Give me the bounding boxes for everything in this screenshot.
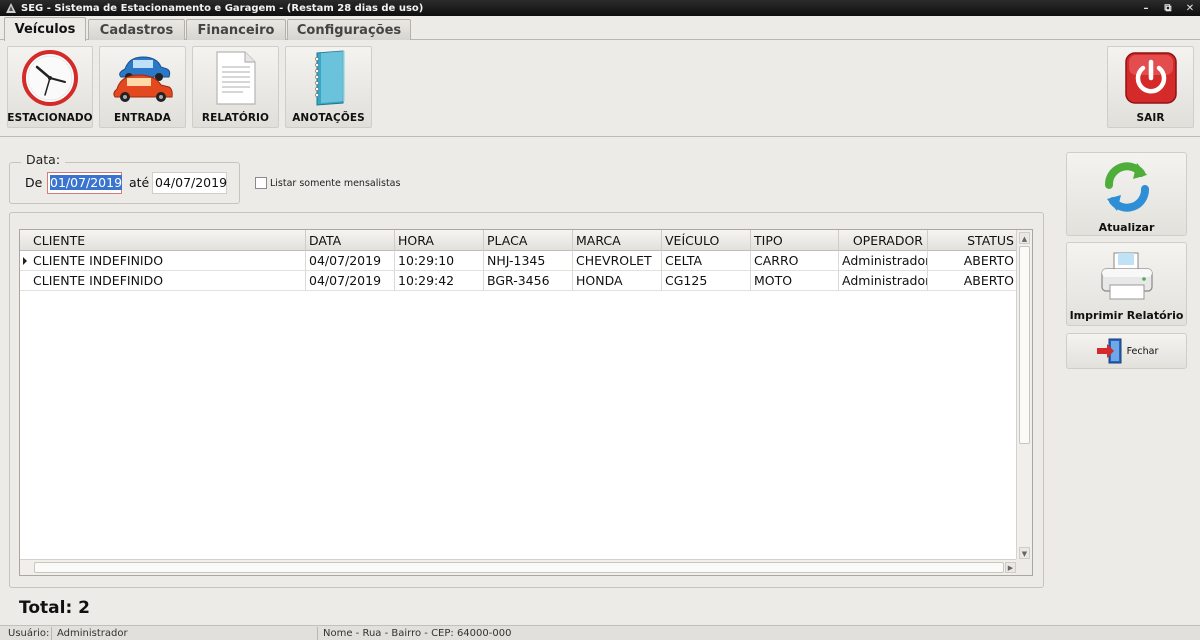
tab-financeiro[interactable]: Financeiro [186, 19, 286, 40]
scroll-down-icon[interactable]: ▼ [1019, 547, 1030, 559]
entrada-label: ENTRADA [114, 112, 171, 124]
notebook-icon [307, 48, 351, 108]
date-from-value: 01/07/2019 [50, 175, 123, 190]
scroll-right-icon[interactable]: ▶ [1005, 562, 1016, 573]
cell-marca: CHEVROLET [573, 251, 662, 271]
date-to-input[interactable]: 04/07/2019 [152, 172, 227, 194]
col-data-header[interactable]: DATA [306, 230, 395, 251]
power-icon [1123, 48, 1179, 108]
col-operador-header[interactable]: OPERADOR [839, 230, 928, 251]
status-address: Nome - Rua - Bairro - CEP: 64000-000 [323, 628, 512, 639]
horizontal-scrollbar[interactable]: ▶ [20, 559, 1018, 575]
mensalistas-filter[interactable]: Listar somente mensalistas [255, 177, 400, 189]
cell-hora: 10:29:10 [395, 251, 484, 271]
atualizar-label: Atualizar [1098, 221, 1155, 234]
cell-operador: Administrador [839, 251, 928, 271]
estacionado-button[interactable]: ESTACIONADO [7, 46, 93, 128]
status-divider [51, 627, 52, 640]
fechar-button[interactable]: Fechar [1066, 333, 1187, 369]
tab-cadastros[interactable]: Cadastros [88, 19, 185, 40]
cell-operador: Administrador [839, 271, 928, 291]
scroll-up-icon[interactable]: ▲ [1019, 232, 1030, 244]
atualizar-button[interactable]: Atualizar [1066, 152, 1187, 236]
cell-status: ABERTO [963, 273, 1014, 288]
cell-data: 04/07/2019 [306, 251, 395, 271]
restore-button[interactable]: ⧉ [1162, 3, 1174, 14]
entrada-button[interactable]: ENTRADA [99, 46, 186, 128]
date-from-input[interactable]: 01/07/2019 [47, 172, 123, 194]
cell-marca: HONDA [573, 271, 662, 291]
status-user-value: Administrador [57, 628, 128, 639]
current-row-indicator-icon [23, 257, 27, 265]
relatorio-button[interactable]: RELATÓRIO [192, 46, 279, 128]
tab-configuracoes[interactable]: Configurações [287, 19, 411, 40]
horizontal-scroll-thumb[interactable] [34, 562, 1004, 573]
status-divider [317, 627, 318, 640]
vehicles-grid[interactable]: CLIENTE DATA HORA PLACA MARCA VEÍCULO TI… [19, 229, 1033, 576]
vertical-scrollbar[interactable]: ▲ ▼ [1016, 230, 1032, 561]
tab-bar: Veículos Cadastros Financeiro Configuraç… [0, 16, 1200, 41]
col-cliente-header[interactable]: CLIENTE [30, 230, 306, 251]
document-icon [213, 48, 259, 108]
ribbon-toolbar: ESTACIONADO ENTRADA RELATÓRIO ANOTAÇÕES … [0, 40, 1200, 137]
cars-icon [111, 48, 175, 108]
anotacoes-button[interactable]: ANOTAÇÕES [285, 46, 372, 128]
total-count: Total: 2 [19, 598, 90, 618]
cell-data: 04/07/2019 [306, 271, 395, 291]
imprimir-relatorio-button[interactable]: Imprimir Relatório [1066, 242, 1187, 326]
fechar-label: Fechar [1126, 345, 1159, 357]
sair-label: SAIR [1136, 112, 1165, 124]
cell-veiculo: CELTA [662, 251, 751, 271]
cell-placa: NHJ-1345 [484, 251, 573, 271]
date-group-label: Data: [21, 152, 66, 167]
vertical-scroll-thumb[interactable] [1019, 246, 1030, 444]
cell-placa: BGR-3456 [484, 271, 573, 291]
cell-tipo: MOTO [751, 271, 839, 291]
printer-icon [1098, 249, 1156, 308]
cell-hora: 10:29:42 [395, 271, 484, 291]
status-user-label: Usuário: [8, 628, 50, 639]
cell-status: ABERTO [963, 253, 1014, 268]
app-logo-icon [4, 1, 18, 15]
col-placa-header[interactable]: PLACA [484, 230, 573, 251]
exit-door-icon [1095, 337, 1125, 365]
minimize-button[interactable]: – [1140, 3, 1152, 14]
cell-veiculo: CG125 [662, 271, 751, 291]
col-marca-header[interactable]: MARCA [573, 230, 662, 251]
table-row[interactable]: CLIENTE INDEFINIDO 04/07/2019 10:29:42 B… [20, 271, 1018, 291]
close-button[interactable]: ✕ [1184, 3, 1196, 14]
clock-icon [21, 48, 79, 108]
cell-cliente: CLIENTE INDEFINIDO [30, 251, 306, 271]
refresh-icon [1099, 159, 1155, 218]
grid-header: CLIENTE DATA HORA PLACA MARCA VEÍCULO TI… [20, 230, 1018, 251]
to-label: até [129, 175, 150, 190]
col-tipo-header[interactable]: TIPO [751, 230, 839, 251]
status-bar: Usuário: Administrador Nome - Rua - Bair… [0, 625, 1200, 640]
col-veiculo-header[interactable]: VEÍCULO [662, 230, 751, 251]
relatorio-label: RELATÓRIO [201, 112, 270, 124]
window-title: SEG - Sistema de Estacionamento e Garage… [21, 2, 424, 14]
cell-cliente: CLIENTE INDEFINIDO [30, 271, 306, 291]
anotacoes-label: ANOTAÇÕES [292, 112, 365, 124]
scroll-corner [1016, 559, 1032, 575]
mensalistas-checkbox[interactable] [255, 177, 267, 189]
tab-veiculos[interactable]: Veículos [4, 17, 86, 41]
imprimir-relatorio-label: Imprimir Relatório [1069, 309, 1184, 322]
table-row[interactable]: CLIENTE INDEFINIDO 04/07/2019 10:29:10 N… [20, 251, 1018, 271]
sair-button[interactable]: SAIR [1107, 46, 1194, 128]
col-hora-header[interactable]: HORA [395, 230, 484, 251]
title-bar: SEG - Sistema de Estacionamento e Garage… [0, 0, 1200, 16]
estacionado-label: ESTACIONADO [7, 112, 93, 124]
col-status-header[interactable]: STATUS [928, 230, 1018, 251]
mensalistas-checkbox-label: Listar somente mensalistas [270, 177, 401, 189]
from-label: De [25, 175, 43, 190]
cell-tipo: CARRO [751, 251, 839, 271]
